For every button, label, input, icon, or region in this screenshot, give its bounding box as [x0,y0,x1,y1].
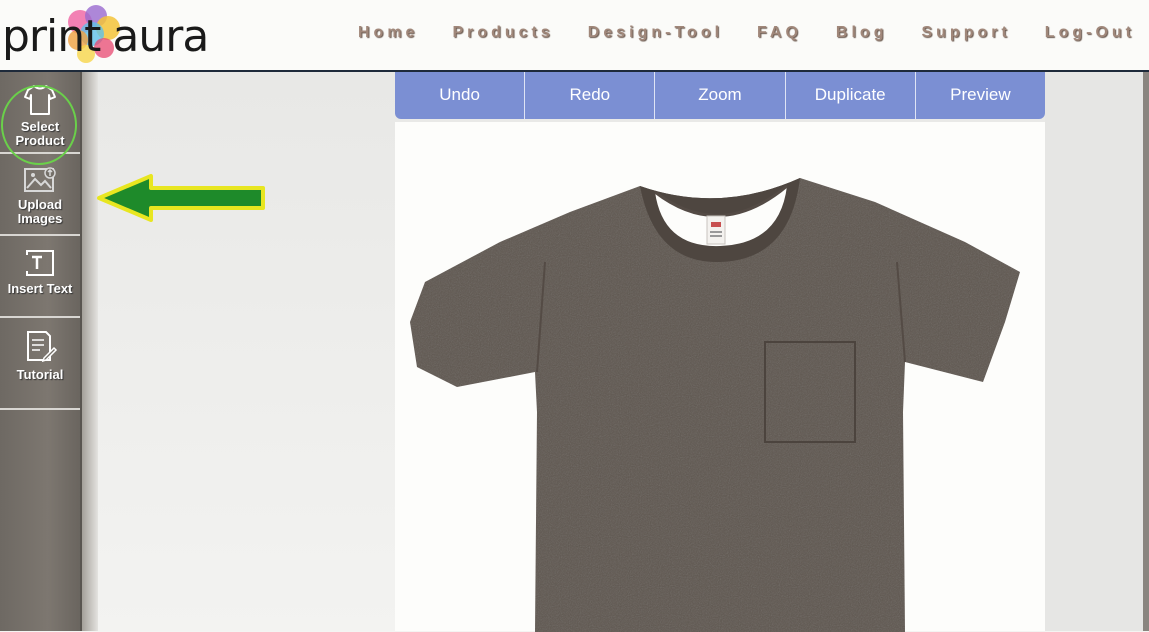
pointer-arrow-icon [97,174,265,222]
document-pencil-icon [27,331,58,363]
sidebar-item-insert-text[interactable]: Insert Text [0,236,80,318]
top-header: print aura Home Products Design-Tool FAQ … [0,0,1149,72]
sidebar-item-label: Insert Text [7,281,73,296]
nav-design-tool[interactable]: Design-Tool [588,24,723,42]
upload-highlight-ring [1,85,77,165]
main-nav: Home Products Design-Tool FAQ Blog Suppo… [324,24,1135,42]
nav-home[interactable]: Home [358,24,418,42]
logo-text-aura: aura [112,11,209,62]
sidebar-item-tutorial[interactable]: Tutorial [0,318,80,410]
print-aura-logo[interactable]: print aura [0,4,209,66]
nav-faq[interactable]: FAQ [757,24,802,42]
tshirt-product-image [410,178,1020,632]
design-canvas[interactable] [395,122,1045,632]
nav-products[interactable]: Products [452,24,553,42]
sidebar-item-label: Tutorial [16,367,64,382]
image-upload-icon [24,167,56,192]
nav-support[interactable]: Support [921,24,1010,42]
text-icon [26,250,54,276]
right-panel [1045,72,1149,631]
duplicate-button[interactable]: Duplicate [786,72,916,119]
logo-text: print aura [2,11,209,62]
sidebar-item-upload-images[interactable]: Upload Images [0,154,80,236]
design-toolbar: Undo Redo Zoom Duplicate Preview [395,72,1045,119]
nav-blog[interactable]: Blog [836,24,888,42]
sidebar-shadow [80,72,98,631]
sidebar-item-label: Upload Images [17,197,63,226]
redo-button[interactable]: Redo [525,72,656,119]
preview-button[interactable]: Preview [916,72,1045,119]
undo-button[interactable]: Undo [395,72,526,119]
zoom-button[interactable]: Zoom [655,72,786,119]
logo-text-print: print [2,11,101,62]
nav-log-out[interactable]: Log-Out [1045,24,1135,42]
